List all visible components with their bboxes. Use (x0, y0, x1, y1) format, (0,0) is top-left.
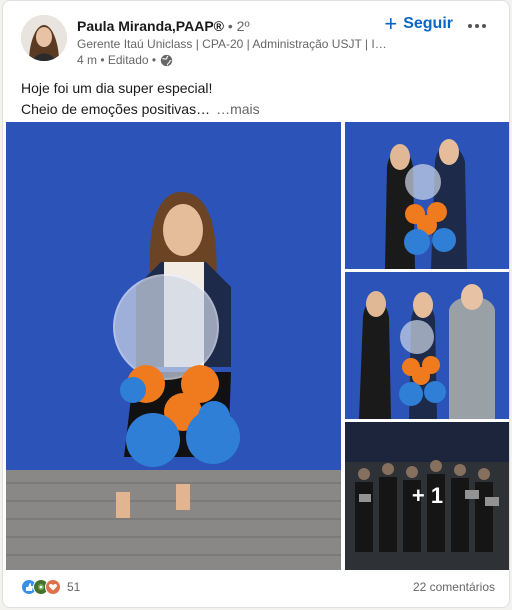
love-reaction-icon (45, 579, 61, 595)
connection-degree: • 2º (227, 18, 250, 34)
plus-icon: + (384, 11, 398, 36)
reaction-count: 51 (67, 580, 81, 594)
photo-main[interactable] (6, 122, 341, 570)
author-name[interactable]: Paula Miranda,PAAP® (77, 18, 224, 34)
feed-post-card: Paula Miranda,PAAP® • 2º Gerente Itaú Un… (2, 0, 510, 608)
post-header: Paula Miranda,PAAP® • 2º Gerente Itaú Un… (21, 11, 495, 68)
post-text-line-1: Hoje foi um dia super especial! (21, 80, 213, 96)
more-photos-overlay[interactable]: + 1 (345, 422, 509, 570)
photo-4[interactable]: + 1 (345, 422, 509, 570)
globe-icon (160, 54, 173, 67)
author-avatar[interactable] (21, 15, 67, 61)
reactions-summary[interactable]: 51 (21, 579, 80, 595)
post-text: Hoje foi um dia super especial! Cheio de… (21, 78, 491, 120)
post-social-counts: 51 22 comentários (21, 577, 495, 597)
see-more-link[interactable]: …mais (216, 101, 260, 117)
post-meta: 4 m • Editado • (77, 52, 397, 68)
author-info: Paula Miranda,PAAP® • 2º Gerente Itaú Un… (77, 17, 397, 68)
photo-2[interactable] (345, 122, 509, 269)
post-media-grid: + 1 (6, 122, 509, 571)
author-name-row: Paula Miranda,PAAP® • 2º (77, 17, 397, 35)
author-headline: Gerente Itaú Uniclass | CPA-20 | Adminis… (77, 37, 389, 51)
post-text-line-2: Cheio de emoções positivas… …mais (21, 101, 260, 117)
post-timestamp: 4 m • Editado • (77, 53, 157, 67)
follow-button[interactable]: + Seguir (384, 11, 453, 36)
follow-label: Seguir (403, 15, 453, 32)
photo-3[interactable] (345, 272, 509, 419)
more-options-icon[interactable] (463, 15, 491, 37)
comments-count-link[interactable]: 22 comentários (413, 580, 495, 594)
